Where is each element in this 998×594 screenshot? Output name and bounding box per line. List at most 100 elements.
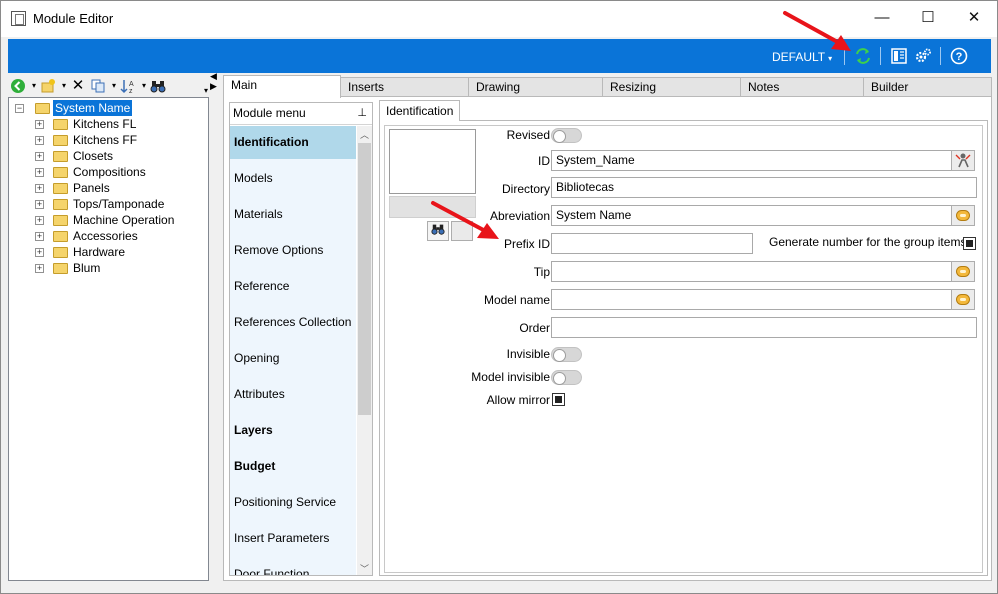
- allow-mirror-checkbox[interactable]: [552, 393, 565, 406]
- menu-item[interactable]: Reference: [230, 270, 356, 303]
- tree-item[interactable]: + Closets: [12, 148, 202, 164]
- tab-inserts[interactable]: Inserts: [340, 77, 469, 97]
- close-button[interactable]: ✕: [951, 1, 997, 35]
- tip-translate-button[interactable]: [951, 261, 975, 282]
- revised-toggle[interactable]: [551, 128, 582, 143]
- tree-root-label[interactable]: System Name: [53, 100, 133, 116]
- tree-item[interactable]: + Kitchens FF: [12, 132, 202, 148]
- module-menu-scrollbar[interactable]: ︿ ﹀: [357, 126, 372, 575]
- expand-toggle[interactable]: +: [35, 216, 44, 225]
- tab-drawing[interactable]: Drawing: [468, 77, 603, 97]
- menu-item[interactable]: Layers: [230, 414, 356, 447]
- delete-icon[interactable]: ✕: [70, 78, 86, 94]
- copy-icon[interactable]: [90, 78, 106, 94]
- order-field[interactable]: [551, 317, 977, 338]
- id-label: ID: [538, 154, 550, 168]
- new-item-icon[interactable]: [40, 78, 56, 94]
- model-invisible-toggle[interactable]: [551, 370, 582, 385]
- tree-item-label[interactable]: Compositions: [71, 164, 148, 180]
- collapse-toggle[interactable]: −: [15, 104, 24, 113]
- scroll-down-icon[interactable]: ﹀: [357, 562, 372, 575]
- speech-bubble-icon: [956, 294, 970, 305]
- layout-icon[interactable]: [890, 47, 908, 65]
- expand-toggle[interactable]: +: [35, 120, 44, 129]
- model-name-translate-button[interactable]: [951, 289, 975, 310]
- tree-item-label[interactable]: Closets: [71, 148, 115, 164]
- menu-item[interactable]: Identification: [230, 126, 356, 159]
- tree-item-label[interactable]: Accessories: [71, 228, 140, 244]
- minimize-button[interactable]: —: [859, 1, 905, 35]
- expand-toggle[interactable]: +: [35, 232, 44, 241]
- module-preview-image[interactable]: [389, 129, 476, 194]
- invisible-toggle[interactable]: [551, 347, 582, 362]
- expand-right-arrow-icon[interactable]: ▶: [210, 81, 217, 92]
- tree-item[interactable]: + Compositions: [12, 164, 202, 180]
- tree-item-label[interactable]: Panels: [71, 180, 112, 196]
- tree-item[interactable]: + Kitchens FL: [12, 116, 202, 132]
- scrollbar-thumb[interactable]: [358, 143, 371, 415]
- sort-icon[interactable]: Az: [120, 78, 136, 94]
- tree-item[interactable]: + Panels: [12, 180, 202, 196]
- tab-notes[interactable]: Notes: [740, 77, 864, 97]
- tree-item-label[interactable]: Kitchens FL: [71, 116, 138, 132]
- preview-image-bar[interactable]: [389, 196, 476, 218]
- tree-item[interactable]: + Accessories: [12, 228, 202, 244]
- menu-item[interactable]: Materials: [230, 198, 356, 231]
- tree-item[interactable]: + Tops/Tamponade: [12, 196, 202, 212]
- folder-icon: [53, 119, 68, 130]
- tree-item[interactable]: + Machine Operation: [12, 212, 202, 228]
- maximize-button[interactable]: ☐: [905, 1, 951, 35]
- tree-root[interactable]: − System Name: [12, 100, 202, 116]
- menu-item[interactable]: Remove Options: [230, 234, 356, 267]
- menu-item[interactable]: References Collection: [230, 306, 356, 339]
- tree-item[interactable]: + Hardware: [12, 244, 202, 260]
- help-icon[interactable]: ?: [950, 47, 968, 65]
- tab-identification[interactable]: Identification: [379, 100, 461, 121]
- directory-field[interactable]: Bibliotecas: [551, 177, 977, 198]
- prefix-id-field[interactable]: [551, 233, 753, 254]
- tree-item-label[interactable]: Tops/Tamponade: [71, 196, 166, 212]
- find-image-button[interactable]: [427, 221, 449, 241]
- abreviation-field[interactable]: System Name: [551, 205, 952, 226]
- expand-toggle[interactable]: +: [35, 248, 44, 257]
- menu-item[interactable]: Models: [230, 162, 356, 195]
- tree-item-label[interactable]: Machine Operation: [71, 212, 176, 228]
- model-invisible-label: Model invisible: [471, 370, 550, 384]
- id-field[interactable]: System_Name: [551, 150, 952, 171]
- menu-item[interactable]: Opening: [230, 342, 356, 375]
- tree-item-label[interactable]: Hardware: [71, 244, 127, 260]
- clear-image-button[interactable]: [451, 221, 473, 241]
- expand-toggle[interactable]: +: [35, 264, 44, 273]
- settings-gears-icon[interactable]: [914, 47, 932, 65]
- abreviation-translate-button[interactable]: [951, 205, 975, 226]
- menu-item[interactable]: Positioning Service: [230, 486, 356, 519]
- tab-builder[interactable]: Builder: [863, 77, 992, 97]
- profile-dropdown[interactable]: DEFAULT ▾: [772, 50, 832, 64]
- scroll-up-icon[interactable]: ︿: [357, 128, 372, 141]
- tab-main[interactable]: Main: [223, 75, 341, 98]
- menu-item[interactable]: Budget: [230, 450, 356, 483]
- expand-toggle[interactable]: +: [35, 168, 44, 177]
- back-icon[interactable]: [10, 78, 26, 94]
- menu-item[interactable]: Attributes: [230, 378, 356, 411]
- model-name-field[interactable]: [551, 289, 952, 310]
- directory-label: Directory: [501, 182, 550, 196]
- pin-icon[interactable]: ⊥: [357, 103, 367, 124]
- expand-toggle[interactable]: +: [35, 136, 44, 145]
- find-binoculars-icon[interactable]: [150, 78, 166, 94]
- tab-resizing[interactable]: Resizing: [602, 77, 741, 97]
- tree-item[interactable]: + Blum: [12, 260, 202, 276]
- generate-number-checkbox[interactable]: [963, 237, 976, 250]
- expand-toggle[interactable]: +: [35, 200, 44, 209]
- tree-item-label[interactable]: Blum: [71, 260, 102, 276]
- menu-item[interactable]: Door Function: [230, 558, 356, 575]
- speech-bubble-icon: [956, 210, 970, 221]
- id-pick-button[interactable]: [951, 150, 975, 171]
- tree-item-label[interactable]: Kitchens FF: [71, 132, 139, 148]
- expand-toggle[interactable]: +: [35, 152, 44, 161]
- expand-toggle[interactable]: +: [35, 184, 44, 193]
- refresh-icon[interactable]: [854, 47, 872, 65]
- tip-field[interactable]: [551, 261, 952, 282]
- menu-item[interactable]: Insert Parameters: [230, 522, 356, 555]
- folder-icon: [53, 231, 68, 242]
